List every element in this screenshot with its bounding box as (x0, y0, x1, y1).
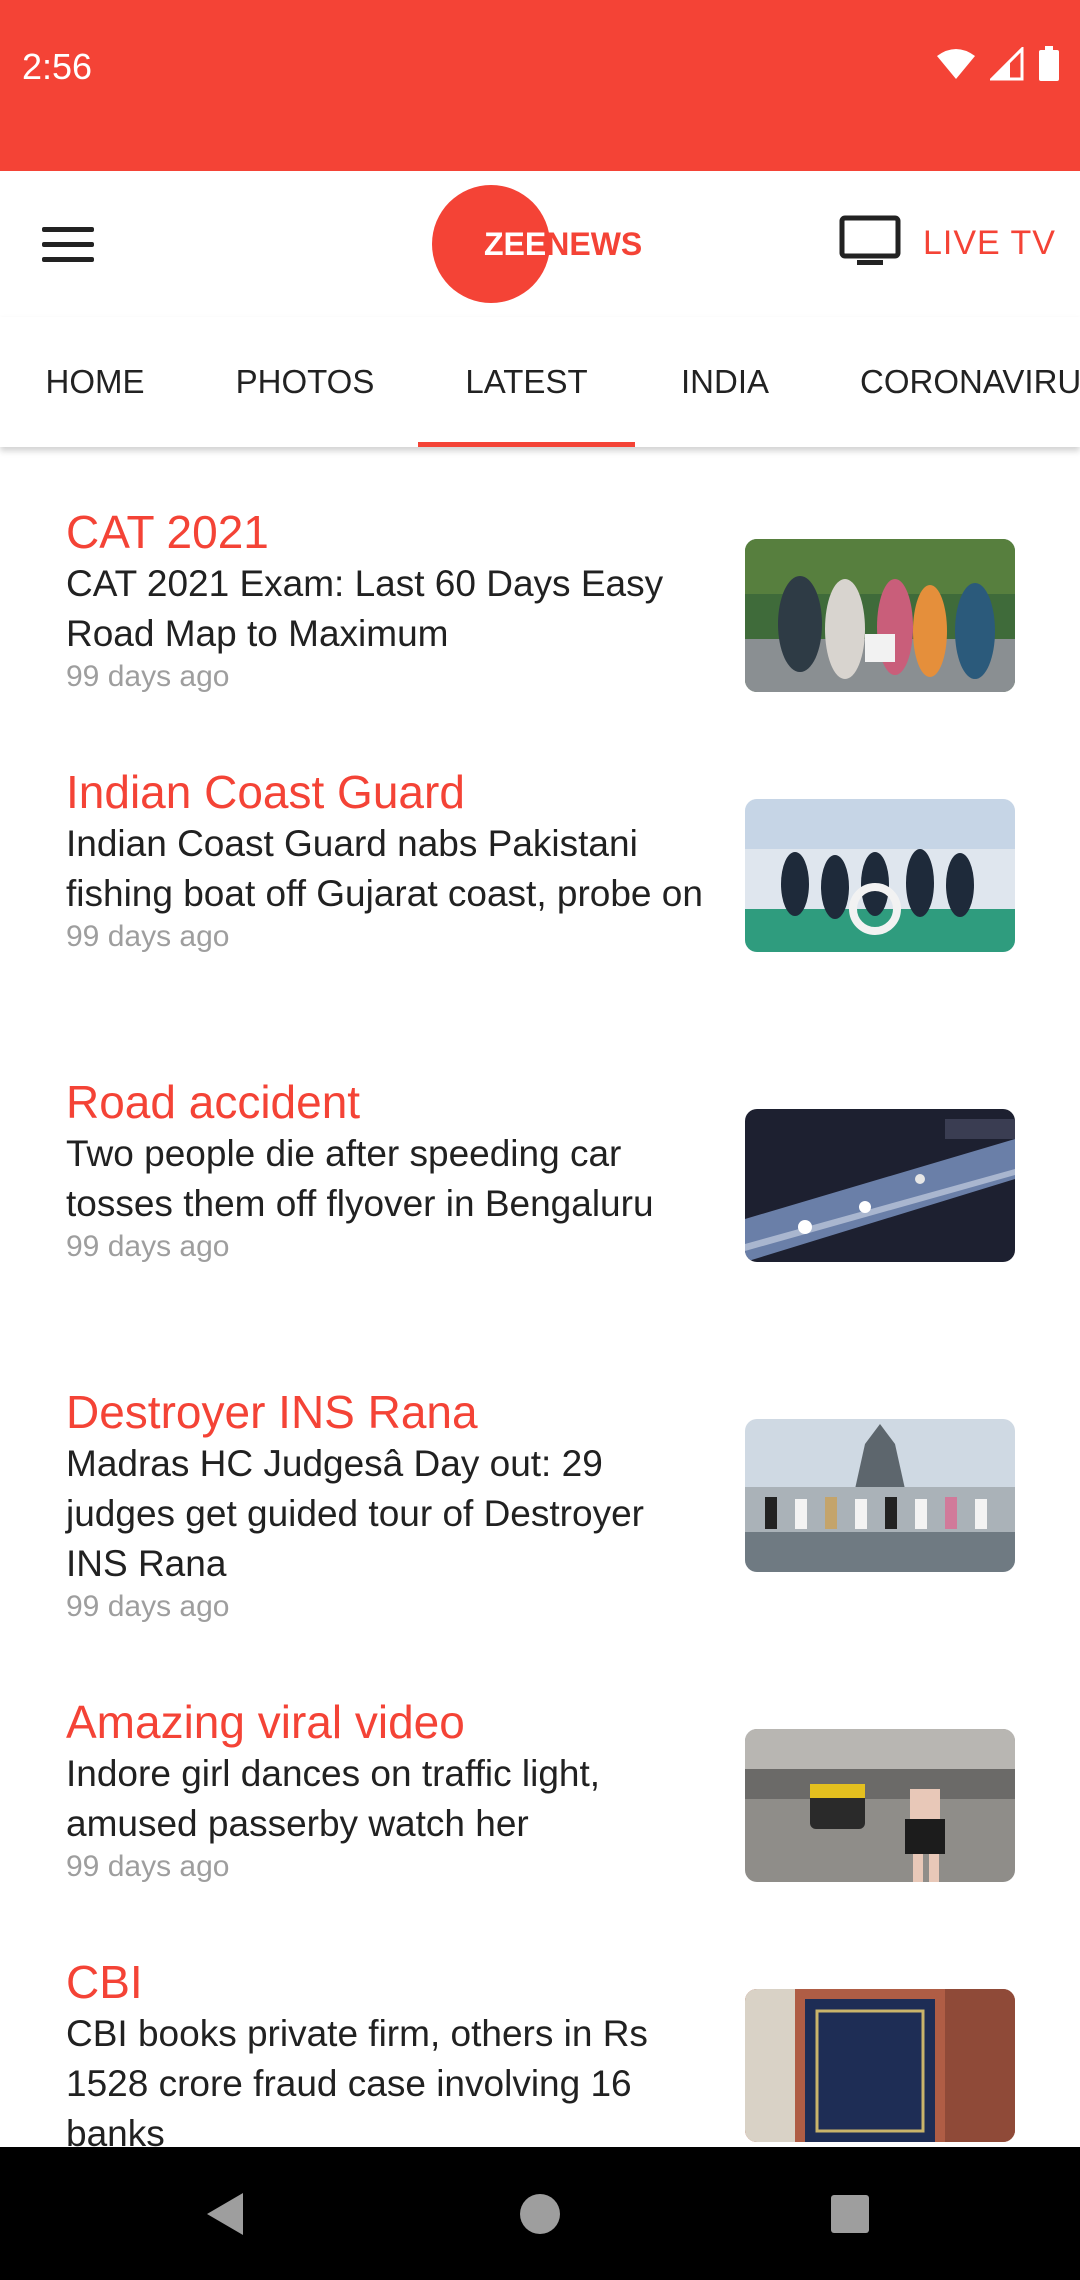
news-thumbnail (745, 799, 1015, 952)
news-category: CBI (66, 1956, 143, 2008)
news-item-text: Destroyer INS Rana Madras HC Judgesâ Day… (66, 1385, 706, 1625)
news-category: Road accident (66, 1076, 361, 1128)
logo-news-text: NEWS (546, 225, 643, 262)
news-timestamp: 99 days ago (66, 920, 230, 953)
status-icons (936, 46, 1060, 82)
news-item-text: Road accident Two people die after speed… (66, 1075, 706, 1265)
tab-coronavirus[interactable]: CORONAVIRU (860, 317, 1080, 447)
status-bar: 2:56 (0, 0, 1080, 171)
app-toolbar: ZEE NEWS LIVE TV (0, 171, 1080, 317)
hamburger-menu-icon[interactable] (42, 216, 112, 272)
live-tv-label: LIVE TV (923, 224, 1056, 262)
tab-india[interactable]: INDIA (645, 317, 805, 447)
cellular-signal-icon (990, 47, 1024, 81)
home-icon[interactable] (465, 2147, 615, 2280)
news-headline: Indore girl dances on traffic light, amu… (66, 1753, 601, 1844)
zee-news-logo[interactable]: ZEE NEWS (432, 185, 642, 303)
news-item-text: Amazing viral video Indore girl dances o… (66, 1695, 706, 1885)
news-headline: Madras HC Judgesâ Day out: 29 judges get… (66, 1443, 644, 1584)
recents-icon[interactable] (775, 2147, 925, 2280)
news-thumbnail (745, 1729, 1015, 1882)
news-thumbnail (745, 1989, 1015, 2142)
status-time: 2:56 (22, 46, 93, 87)
news-timestamp: 99 days ago (66, 660, 230, 693)
wifi-icon (936, 48, 976, 80)
news-feed: CAT 2021 CAT 2021 Exam: Last 60 Days Eas… (0, 447, 1080, 2147)
news-thumbnail (745, 539, 1015, 692)
news-item-text: CBI CBI books private firm, others in Rs… (66, 1955, 706, 2147)
news-category: Destroyer INS Rana (66, 1386, 478, 1438)
live-tv-button[interactable]: LIVE TV (839, 215, 1056, 272)
news-timestamp: 99 days ago (66, 1850, 230, 1883)
system-nav-bar (0, 2147, 1080, 2280)
logo-zee-text: ZEE (484, 225, 547, 262)
news-category: CAT 2021 (66, 506, 269, 558)
news-headline: Indian Coast Guard nabs Pakistani fishin… (66, 823, 703, 914)
news-headline: Two people die after speeding car tosses… (66, 1133, 654, 1224)
news-thumbnail (745, 1109, 1015, 1262)
battery-icon (1038, 46, 1060, 82)
news-category: Indian Coast Guard (66, 766, 465, 818)
news-timestamp: 99 days ago (66, 1590, 230, 1623)
news-category: Amazing viral video (66, 1696, 465, 1748)
news-headline: CAT 2021 Exam: Last 60 Days Easy Road Ma… (66, 563, 664, 654)
back-icon[interactable] (150, 2147, 300, 2280)
news-item-text: Indian Coast Guard Indian Coast Guard na… (66, 765, 706, 955)
tv-icon (839, 215, 901, 272)
tab-photos[interactable]: PHOTOS (200, 317, 410, 447)
tab-home[interactable]: HOME (0, 317, 190, 447)
news-headline: CBI books private firm, others in Rs 152… (66, 2013, 648, 2147)
news-thumbnail (745, 1419, 1015, 1572)
news-item-text: CAT 2021 CAT 2021 Exam: Last 60 Days Eas… (66, 505, 706, 695)
category-tabs: HOME PHOTOS LATEST INDIA CORONAVIRU (0, 317, 1080, 447)
news-timestamp: 99 days ago (66, 1230, 230, 1263)
tab-latest[interactable]: LATEST (418, 317, 635, 447)
